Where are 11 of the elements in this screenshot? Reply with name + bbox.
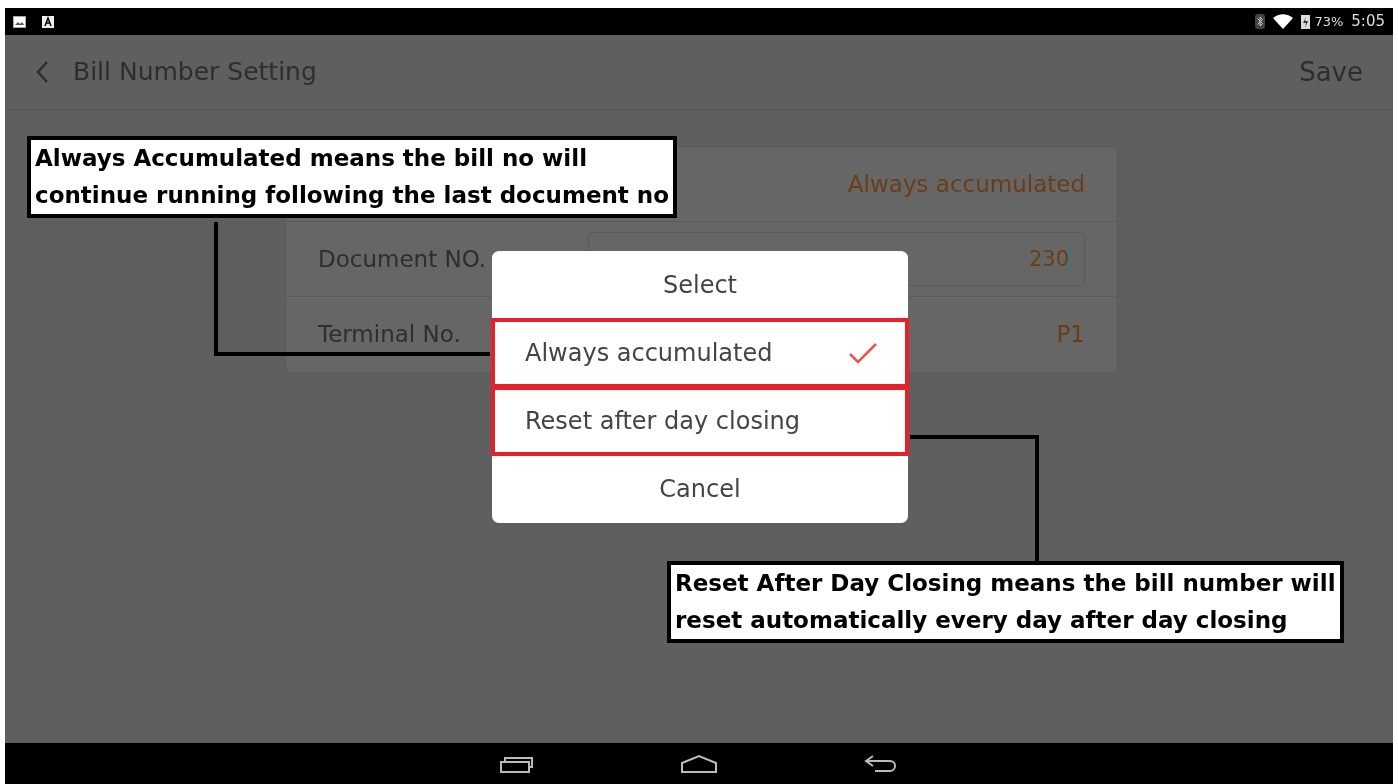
option-label: Reset after day closing xyxy=(525,406,800,437)
callout-text-line: Always Accumulated means the bill no will xyxy=(35,144,589,173)
battery-percentage: 73% xyxy=(1314,12,1344,31)
clock-time: 5:05 xyxy=(1351,11,1385,33)
setting-label: Document NO. xyxy=(318,244,487,274)
callout-text-line: Reset After Day Closing means the bill number will xyxy=(675,569,1336,598)
callout-text-line: continue running following the last document no xyxy=(35,180,670,210)
option-label: Always accumulated xyxy=(525,338,773,369)
dialog-title: Select xyxy=(661,270,738,301)
setting-label: Terminal No. xyxy=(318,320,461,350)
callout-text-line: reset automatically every day after day closing xyxy=(675,605,1289,635)
